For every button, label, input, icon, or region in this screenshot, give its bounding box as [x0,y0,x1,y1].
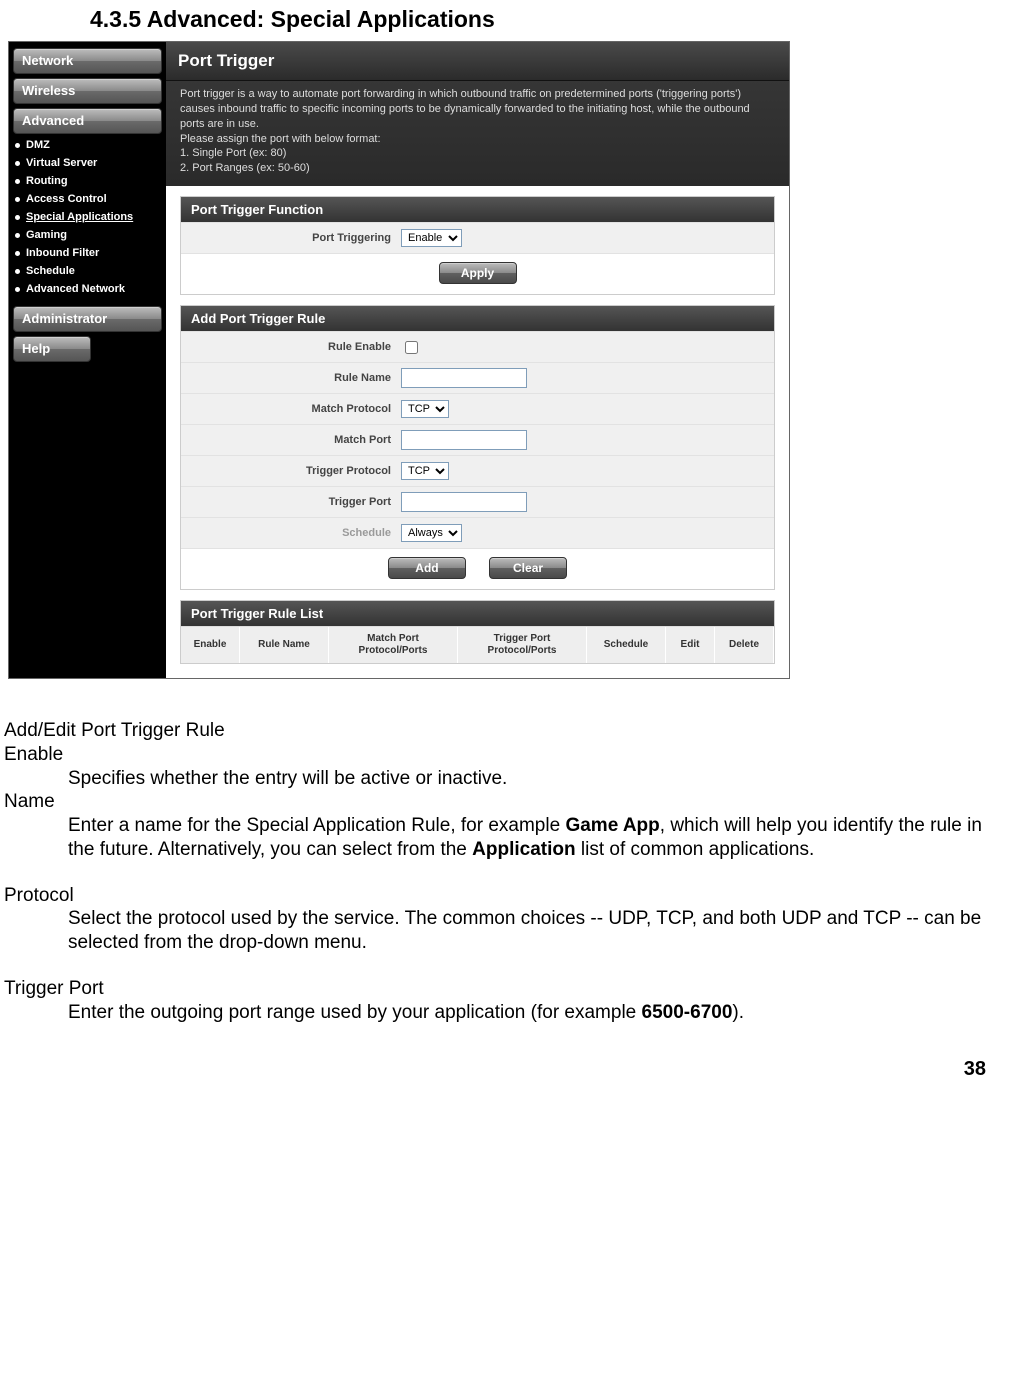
rule-enable-checkbox[interactable] [405,341,418,354]
doc-def-enable: Specifies whether the entry will be acti… [68,767,990,791]
trigger-protocol-select[interactable]: TCP [401,462,449,480]
page-number: 38 [4,1058,990,1081]
bullet-icon [15,161,20,166]
port-trigger-rule-list-section: Port Trigger Rule List Enable Rule Name … [180,600,775,664]
add-button[interactable]: Add [388,557,466,579]
section-header: Port Trigger Function [181,197,774,222]
nav-dmz[interactable]: DMZ [13,136,162,154]
content-area: Port Trigger Port trigger is a way to au… [166,42,789,678]
bullet-icon [15,179,20,184]
nav-gaming[interactable]: Gaming [13,226,162,244]
col-trigger-port: Trigger Port Protocol/Ports [458,627,587,663]
doc-def-name: Enter a name for the Special Application… [68,814,990,862]
section-header: Port Trigger Rule List [181,601,774,626]
trigger-port-label: Trigger Port [181,496,401,508]
schedule-label: Schedule [181,527,401,539]
col-match-port: Match Port Protocol/Ports [329,627,458,663]
match-port-input[interactable] [401,430,527,450]
nav-help[interactable]: Help [13,336,91,362]
bullet-icon [15,233,20,238]
nav-advanced-network[interactable]: Advanced Network [13,280,162,298]
list-header-row: Enable Rule Name Match Port Protocol/Por… [181,626,774,663]
doc-def-trigger-port: Enter the outgoing port range used by yo… [68,1001,990,1025]
bullet-icon [15,287,20,292]
bullet-icon [15,197,20,202]
nav-advanced[interactable]: Advanced [13,108,162,134]
port-triggering-label: Port Triggering [181,232,401,244]
nav-network[interactable]: Network [13,48,162,74]
doc-heading: Add/Edit Port Trigger Rule [4,719,990,743]
nav-virtual-server[interactable]: Virtual Server [13,154,162,172]
doc-term-trigger-port: Trigger Port [4,977,990,1001]
match-port-label: Match Port [181,434,401,446]
nav-inbound-filter[interactable]: Inbound Filter [13,244,162,262]
section-heading: 4.3.5 Advanced: Special Applications [90,6,990,33]
match-protocol-select[interactable]: TCP [401,400,449,418]
doc-term-name: Name [4,790,990,814]
port-triggering-select[interactable]: Enable [401,229,462,247]
bullet-icon [15,143,20,148]
nav-special-applications[interactable]: Special Applications [13,208,162,226]
bullet-icon [15,269,20,274]
router-admin-screenshot: Network Wireless Advanced DMZ Virtual Se… [8,41,790,679]
schedule-select[interactable]: Always [401,524,462,542]
advanced-submenu: DMZ Virtual Server Routing Access Contro… [13,136,162,298]
rule-enable-label: Rule Enable [181,341,401,353]
bullet-icon [15,215,20,220]
nav-routing[interactable]: Routing [13,172,162,190]
clear-button[interactable]: Clear [489,557,567,579]
nav-access-control[interactable]: Access Control [13,190,162,208]
doc-term-protocol: Protocol [4,884,990,908]
col-edit: Edit [666,627,715,663]
section-header: Add Port Trigger Rule [181,306,774,331]
bullet-icon [15,251,20,256]
doc-def-protocol: Select the protocol used by the service.… [68,907,990,955]
rule-name-input[interactable] [401,368,527,388]
col-schedule: Schedule [587,627,666,663]
doc-term-enable: Enable [4,743,990,767]
documentation-text: Add/Edit Port Trigger Rule Enable Specif… [4,719,990,1024]
col-enable: Enable [181,627,240,663]
add-port-trigger-rule-section: Add Port Trigger Rule Rule Enable Rule N… [180,305,775,590]
match-protocol-label: Match Protocol [181,403,401,415]
port-trigger-function-section: Port Trigger Function Port Triggering En… [180,196,775,295]
trigger-port-input[interactable] [401,492,527,512]
trigger-protocol-label: Trigger Protocol [181,465,401,477]
col-delete: Delete [715,627,774,663]
sidebar: Network Wireless Advanced DMZ Virtual Se… [9,42,166,678]
intro-text: Port trigger is a way to automate port f… [166,81,789,186]
nav-administrator[interactable]: Administrator [13,306,162,332]
col-rule-name: Rule Name [240,627,329,663]
nav-schedule[interactable]: Schedule [13,262,162,280]
page-title: Port Trigger [166,42,789,81]
apply-button[interactable]: Apply [439,262,517,284]
rule-name-label: Rule Name [181,372,401,384]
nav-wireless[interactable]: Wireless [13,78,162,104]
